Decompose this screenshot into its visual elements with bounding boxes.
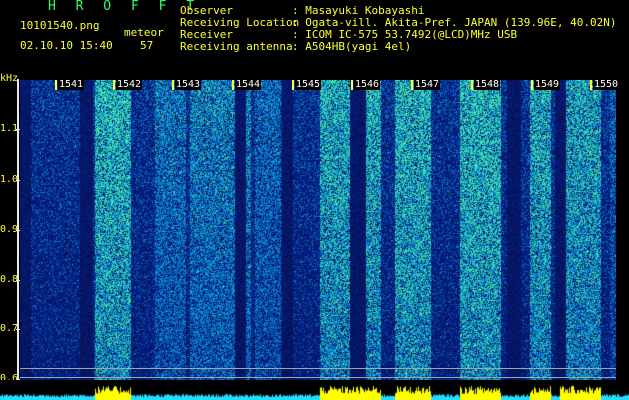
minute-marker	[232, 80, 234, 90]
minute-marker	[471, 80, 473, 90]
minute-label: 1542	[116, 79, 143, 90]
minute-marker	[351, 80, 353, 90]
minute-marker	[113, 80, 115, 90]
brand-title: H R O F F T	[48, 0, 201, 14]
minute-marker	[590, 80, 592, 90]
info-value-antenna: : A504HB(yagi 4el)	[292, 40, 412, 53]
reference-line	[20, 377, 616, 378]
minute-marker	[531, 80, 533, 90]
reference-line	[20, 368, 616, 369]
minute-marker	[172, 80, 174, 90]
tick-mark	[16, 129, 20, 130]
minute-label: 1548	[474, 79, 501, 90]
minute-label: 1544	[235, 79, 262, 90]
minute-marker	[292, 80, 294, 90]
minute-label: 1549	[534, 79, 561, 90]
axis-unit-label: kHz	[0, 73, 19, 84]
minute-marker	[411, 80, 413, 90]
signal-strength-strip	[0, 380, 629, 400]
tick-mark	[16, 230, 20, 231]
minute-label: 1541	[58, 79, 85, 90]
minute-label: 1543	[175, 79, 202, 90]
minute-label: 1550	[593, 79, 620, 90]
spectrogram-window: H R O F F T 10101540.png 02.10.10 15:40 …	[0, 0, 629, 400]
filename-label: 10101540.png	[20, 19, 100, 32]
meteor-label: meteor	[124, 26, 164, 39]
tick-mark	[16, 329, 20, 330]
minute-label: 1545	[295, 79, 322, 90]
tick-mark	[16, 180, 20, 181]
meteor-count: 57	[140, 39, 154, 52]
spectrogram-canvas	[20, 80, 616, 382]
minute-label: 1546	[354, 79, 381, 90]
minute-label: 1547	[414, 79, 441, 90]
tick-mark	[16, 280, 20, 281]
minute-marker	[55, 80, 57, 90]
info-key-antenna: Receiving antenna	[180, 40, 293, 53]
timestamp-label: 02.10.10 15:40	[20, 39, 113, 52]
